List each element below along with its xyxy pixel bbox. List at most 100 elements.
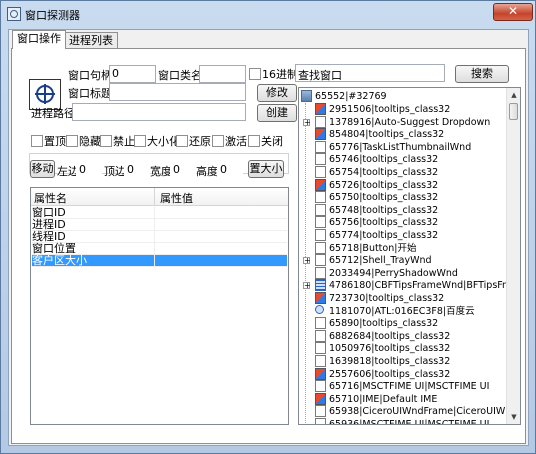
tab-window-operation[interactable]: 窗口操作 bbox=[12, 30, 66, 49]
checkbox-disable[interactable]: 禁止 bbox=[100, 135, 135, 149]
top-input[interactable]: 0 bbox=[124, 161, 150, 179]
path-input[interactable] bbox=[72, 103, 246, 121]
checkbox-disable-box[interactable] bbox=[100, 135, 112, 147]
hex-checkbox[interactable]: 16进制 bbox=[249, 68, 298, 82]
property-name: 客户区大小 bbox=[32, 255, 155, 267]
move-button[interactable]: 移动 bbox=[30, 160, 55, 178]
tree-item-label: 4786180|CBFTipsFrameWnd|BFTipsFrame bbox=[329, 280, 521, 292]
modify-button[interactable]: 修改 bbox=[257, 84, 297, 102]
checkbox-hide-box[interactable] bbox=[66, 135, 78, 147]
tree-item-label: 854804|tooltips_class32 bbox=[329, 129, 445, 141]
checkbox-hide[interactable]: 隐藏 bbox=[66, 135, 101, 149]
page-icon bbox=[315, 166, 326, 178]
handle-input[interactable]: 0 bbox=[109, 65, 156, 83]
tree-item-label: 65890|tooltips_class32 bbox=[329, 318, 439, 330]
close-button[interactable]: ✕ bbox=[493, 3, 533, 21]
tree-item-label: 65712|Shell_TrayWnd bbox=[329, 255, 432, 267]
page-icon bbox=[315, 355, 326, 367]
tree-scrollbar[interactable]: ▲ ▼ bbox=[506, 88, 520, 424]
checkbox-topmost-box[interactable] bbox=[31, 135, 43, 147]
property-value bbox=[155, 255, 287, 267]
page-icon bbox=[315, 418, 326, 424]
tree-item-label: 65756|tooltips_class32 bbox=[329, 217, 439, 229]
scroll-up-arrow-icon[interactable]: ▲ bbox=[507, 88, 520, 102]
page-icon bbox=[315, 216, 326, 229]
tree-item-label: 65746|tooltips_class32 bbox=[329, 154, 439, 166]
gear-icon bbox=[315, 304, 324, 314]
checkbox-restore-box[interactable] bbox=[176, 135, 188, 147]
class-input[interactable] bbox=[199, 65, 246, 83]
page-icon bbox=[315, 140, 326, 153]
checkbox-topmost[interactable]: 置顶 bbox=[31, 135, 66, 149]
page-icon bbox=[315, 241, 326, 254]
checkbox-minmax[interactable]: 大小化 bbox=[134, 135, 180, 149]
hex-checkbox-box[interactable] bbox=[249, 68, 261, 80]
grid-icon bbox=[315, 279, 326, 292]
class-label: 窗口类名 bbox=[158, 69, 202, 82]
window-tree[interactable]: 65552|#32769 2951506|tooltips_class32 +13… bbox=[298, 87, 521, 425]
expand-icon[interactable]: + bbox=[303, 118, 311, 126]
tree-root-label: 65552|#32769 bbox=[315, 91, 387, 102]
header-separator[interactable] bbox=[154, 188, 155, 205]
tree-item-label: 65718|Button|开始 bbox=[329, 242, 417, 254]
finder-crosshair-icon[interactable] bbox=[29, 79, 61, 110]
page-icon bbox=[315, 380, 326, 393]
expand-icon[interactable]: + bbox=[303, 257, 311, 265]
tree-item-label: 1378916|Auto-Suggest Dropdown bbox=[329, 116, 491, 128]
properties-header: 属性名 属性值 bbox=[31, 188, 288, 206]
width-input[interactable]: 0 bbox=[170, 161, 196, 179]
scroll-down-arrow-icon[interactable]: ▼ bbox=[507, 410, 520, 424]
checkbox-activate[interactable]: 激活 bbox=[212, 135, 247, 149]
page-icon bbox=[315, 153, 326, 166]
window-title: 窗口探测器 bbox=[25, 9, 80, 22]
title-label: 窗口标题 bbox=[68, 87, 112, 100]
page-icon bbox=[315, 405, 326, 418]
tab-panel: 窗口句柄 0 窗口类名 16进制 查找窗口 搜索 窗口标题 修改 进程路径 创建… bbox=[11, 48, 526, 444]
tree-item-label: 65750|tooltips_class32 bbox=[329, 192, 439, 204]
tab-process-list[interactable]: 进程列表 bbox=[64, 32, 118, 49]
checkbox-disable-label: 禁止 bbox=[113, 135, 135, 148]
search-button[interactable]: 搜索 bbox=[455, 65, 509, 83]
tree-item-label: 65716|MSCTFIME UI|MSCTFIME UI bbox=[329, 381, 490, 393]
tree-item-label: 2951506|tooltips_class32 bbox=[329, 104, 451, 115]
app-icon bbox=[315, 392, 326, 405]
page-icon bbox=[315, 254, 326, 267]
app-icon bbox=[315, 178, 326, 191]
col-value-header[interactable]: 属性值 bbox=[160, 190, 193, 206]
checkbox-hide-label: 隐藏 bbox=[79, 135, 101, 148]
checkbox-close[interactable]: 关闭 bbox=[248, 135, 283, 149]
tree-item-label: 65754|tooltips_class32 bbox=[329, 167, 439, 178]
checkbox-minmax-box[interactable] bbox=[134, 135, 146, 147]
set-size-button[interactable]: 置大小 bbox=[248, 160, 284, 178]
checkbox-activate-box[interactable] bbox=[212, 135, 224, 147]
property-row[interactable]: 进程ID bbox=[32, 219, 287, 231]
app-icon bbox=[315, 128, 326, 141]
expand-icon[interactable]: + bbox=[303, 282, 311, 290]
tree-item-label: 2557606|tooltips_class32 bbox=[329, 368, 451, 380]
col-name-header[interactable]: 属性名 bbox=[34, 190, 67, 206]
property-value bbox=[155, 207, 287, 219]
title-bar[interactable]: 窗口探测器 ✕ bbox=[1, 1, 535, 27]
app-icon bbox=[315, 103, 326, 115]
tree-item-label: 1181070|ATL:016EC3F8|百度云 bbox=[329, 305, 475, 317]
hex-label: 16进制 bbox=[262, 68, 298, 81]
properties-list[interactable]: 属性名 属性值 窗口ID 进程ID 线程ID 窗口位置 客户区大小 bbox=[30, 187, 289, 425]
checkbox-close-box[interactable] bbox=[248, 135, 260, 147]
page-icon bbox=[315, 115, 326, 128]
property-row[interactable]: 窗口ID bbox=[32, 207, 287, 219]
scroll-thumb[interactable] bbox=[509, 103, 518, 120]
create-button[interactable]: 创建 bbox=[257, 104, 297, 122]
left-input[interactable]: 0 bbox=[76, 161, 102, 179]
page-icon bbox=[315, 203, 326, 216]
height-input[interactable]: 0 bbox=[217, 161, 243, 179]
tree-item-label: 65938|CiceroUIWndFrame|CiceroUIWndFrame bbox=[329, 406, 520, 418]
tree-item-label: 65776|TaskListThumbnailWnd bbox=[329, 141, 472, 153]
checkbox-restore[interactable]: 还原 bbox=[176, 135, 211, 149]
page-icon bbox=[315, 266, 326, 279]
path-label: 进程路径 bbox=[31, 107, 75, 120]
page-icon bbox=[315, 342, 326, 355]
title-input[interactable] bbox=[109, 83, 246, 101]
property-row-selected[interactable]: 客户区大小 bbox=[32, 255, 287, 267]
handle-label: 窗口句柄 bbox=[68, 69, 112, 82]
property-value bbox=[155, 219, 287, 231]
